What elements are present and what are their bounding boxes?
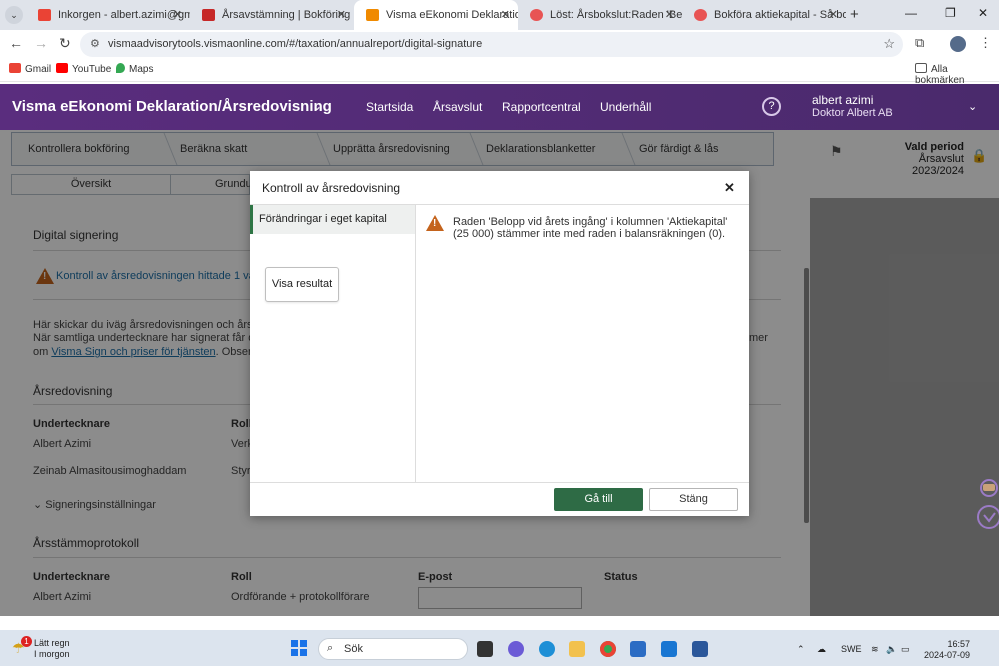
category-equity-changes[interactable]: Förändringar i eget kapital (250, 205, 415, 234)
bookmark-gmail[interactable]: Gmail (9, 63, 51, 75)
browser-menu-icon[interactable]: ⋮ (979, 35, 992, 51)
browser-tab-lost[interactable]: Löst: Årsbokslut:Raden 'Belopp ✕ (518, 0, 682, 30)
back-arrow-icon[interactable]: ← (9, 35, 23, 51)
all-bookmarks-folder[interactable]: Alla bokmärken (915, 63, 999, 86)
new-tab-icon[interactable]: + (850, 6, 859, 23)
tab-title: Löst: Årsbokslut:Raden 'Belopp (550, 9, 682, 21)
dialog-close-icon[interactable]: ✕ (724, 180, 735, 196)
address-bar-row: ← → ↻ ⚙ vismaadvisorytools.vismaonline.c… (0, 30, 999, 58)
edge-icon[interactable] (539, 641, 555, 657)
bokforing-favicon-icon (202, 9, 215, 21)
maps-pin-icon (116, 63, 125, 73)
url-text: vismaadvisorytools.vismaonline.com/#/tax… (108, 38, 483, 50)
notification-badge: 1 (21, 636, 32, 647)
nav-startsida[interactable]: Startsida (366, 100, 413, 114)
youtube-icon (56, 63, 68, 73)
volume-icon[interactable]: 🔈 (886, 644, 897, 655)
taskbar-search[interactable]: ⌕ Sök (318, 638, 468, 660)
weather-widget[interactable]: Lätt regn I morgon (34, 638, 70, 660)
bookmark-star-icon[interactable]: ☆ (883, 36, 895, 52)
nav-underhall[interactable]: Underhåll (600, 100, 651, 114)
browser-tab-visma[interactable]: Visma eEkonomi Deklaration/Å ✕ (354, 0, 518, 30)
tab-search-icon[interactable]: ⌄ (5, 6, 23, 24)
help-icon[interactable]: ? (762, 97, 781, 116)
app-title: Visma eEkonomi Deklaration/Årsredovisnin… (12, 98, 332, 115)
folder-icon (915, 63, 927, 73)
extensions-icon[interactable]: ⧉ (915, 35, 924, 51)
battery-icon[interactable]: ▭ (901, 644, 910, 655)
bookmark-youtube[interactable]: YouTube (56, 63, 111, 75)
user-name: albert azimi (812, 93, 874, 107)
nav-arsavslut[interactable]: Årsavslut (433, 100, 482, 114)
assistant-robot-icon[interactable] (974, 470, 999, 530)
cloud-icon[interactable]: ☁ (817, 644, 826, 655)
gmail-icon (9, 63, 21, 73)
file-explorer-icon[interactable] (569, 641, 585, 657)
annual-report-check-dialog: Kontroll av årsredovisning ✕ Förändringa… (250, 171, 749, 516)
browser-tab-gmail[interactable]: Inkorgen - albert.azimi@gmail.c ✕ (26, 0, 190, 30)
browser-tab-arsavstamning[interactable]: Årsavstämning | Bokföring ✕ (190, 0, 354, 30)
tab-title: Årsavstämning | Bokföring (222, 9, 351, 21)
nav-rapportcentral[interactable]: Rapportcentral (502, 100, 581, 114)
tab-title: Visma eEkonomi Deklaration/Å (386, 9, 518, 21)
dialog-title: Kontroll av årsredovisning (262, 181, 401, 195)
browser-tab-bokfora[interactable]: Bokföra aktiekapital - Så bokför ✕ (682, 0, 846, 30)
language-indicator[interactable]: SWE (841, 644, 862, 654)
show-results-button[interactable]: Visa resultat (265, 267, 339, 302)
go-to-button[interactable]: Gå till (554, 488, 643, 511)
tab-title: Bokföra aktiekapital - Så bokför (714, 9, 846, 21)
forward-arrow-icon[interactable]: → (34, 35, 48, 51)
close-button[interactable]: Stäng (649, 488, 738, 511)
community-favicon-icon (530, 9, 543, 21)
bookmark-maps[interactable]: Maps (116, 63, 153, 75)
tab-title: Inkorgen - albert.azimi@gmail.c (58, 9, 190, 21)
app-header: Visma eEkonomi Deklaration/Årsredovisnin… (0, 84, 999, 130)
search-icon: ⌕ (327, 642, 334, 654)
site-info-icon[interactable]: ⚙ (90, 37, 100, 50)
minimize-icon[interactable]: — (905, 6, 917, 20)
warning-icon (426, 215, 444, 231)
company-name: Doktor Albert AB (812, 107, 893, 119)
task-view-icon[interactable] (477, 641, 493, 657)
close-tab-icon[interactable]: ✕ (501, 0, 510, 30)
profile-avatar[interactable] (950, 36, 966, 52)
teams-chat-icon[interactable] (508, 641, 524, 657)
bookmarks-bar: Gmail YouTube Maps Alla bokmärken (0, 58, 999, 86)
check-category-list: Förändringar i eget kapital Visa resulta… (250, 205, 416, 482)
mail-icon[interactable] (661, 641, 677, 657)
tray-chevron-icon[interactable]: ⌃ (797, 644, 805, 655)
windows-start-icon[interactable] (291, 640, 307, 656)
window-close-icon[interactable]: ✕ (978, 6, 988, 20)
chrome-icon[interactable] (600, 641, 616, 657)
close-tab-icon[interactable]: ✕ (665, 0, 674, 30)
warning-message: Raden 'Belopp vid årets ingång' i kolumn… (453, 216, 728, 240)
clock[interactable]: 16:57 2024-07-09 (922, 639, 970, 661)
close-tab-icon[interactable]: ✕ (337, 0, 346, 30)
visma-favicon-icon (366, 9, 379, 21)
word-icon[interactable] (692, 641, 708, 657)
close-tab-icon[interactable]: ✕ (829, 0, 838, 30)
store-icon[interactable] (630, 641, 646, 657)
user-menu-chevron-icon[interactable]: ⌄ (968, 100, 977, 113)
close-tab-icon[interactable]: ✕ (173, 0, 182, 30)
url-field[interactable]: ⚙ vismaadvisorytools.vismaonline.com/#/t… (80, 32, 903, 57)
community-favicon-icon (694, 9, 707, 21)
user-menu[interactable]: albert azimi Doktor Albert AB (812, 94, 893, 120)
gmail-favicon-icon (38, 9, 51, 21)
reload-icon[interactable]: ↻ (59, 35, 71, 52)
browser-tab-strip: ⌄ Inkorgen - albert.azimi@gmail.c ✕ Årsa… (0, 0, 999, 30)
app-switch-chevron-icon[interactable]: ⌄ (312, 99, 322, 113)
wifi-icon[interactable]: ≋ (871, 644, 879, 655)
restore-icon[interactable]: ❐ (945, 6, 956, 20)
